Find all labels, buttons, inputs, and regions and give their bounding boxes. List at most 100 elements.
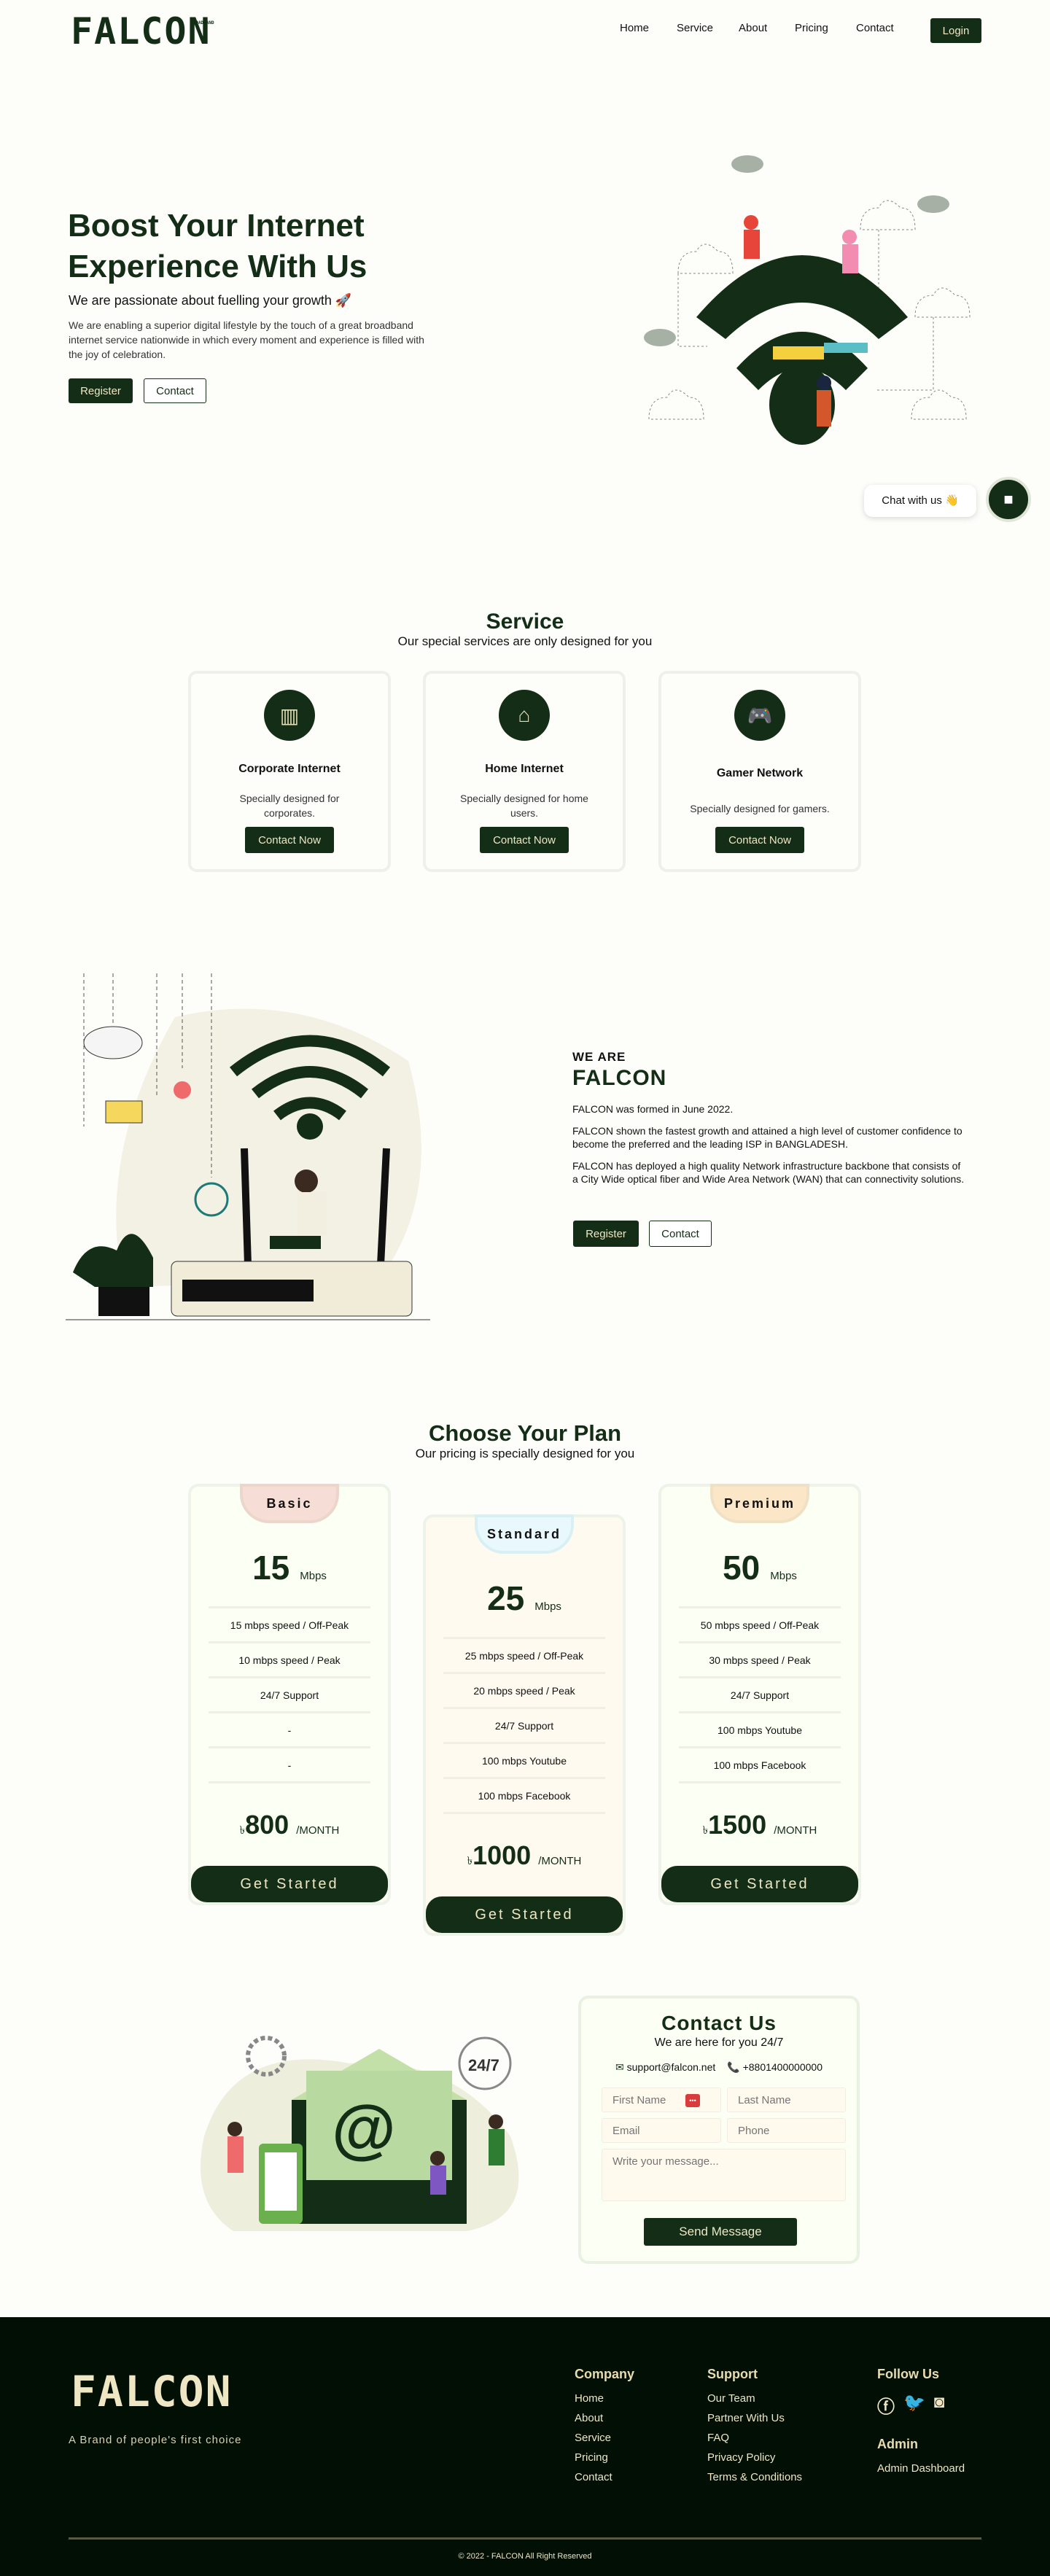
facebook-icon[interactable]: ⓕ: [877, 2392, 895, 2418]
illustration-24-7-label: 24/7: [468, 2056, 499, 2074]
about-router-illustration: [66, 973, 430, 1320]
about-kicker: WE ARE: [572, 1050, 626, 1064]
plan-feature: -: [209, 1711, 370, 1746]
plan-feature: 15 mbps speed / Off-Peak: [209, 1606, 370, 1641]
footer-support: Support Our Team Partner With Us FAQ Privac…: [707, 2367, 802, 2491]
footer-link[interactable]: FAQ: [707, 2432, 802, 2444]
about-p1: FALCON was formed in June 2022.: [572, 1103, 734, 1115]
login-button[interactable]: Login: [930, 18, 981, 43]
contact-now-button[interactable]: Contact Now: [480, 827, 569, 853]
plan-speed: 15 Mbps: [252, 1549, 327, 1587]
email-input[interactable]: [602, 2118, 721, 2143]
copyright: © 2022 - FALCON All Right Reserved: [458, 2552, 592, 2561]
footer: FALCON A Brand of people's first choice …: [0, 2317, 1050, 2576]
pricing-title: Choose Your Plan: [428, 1420, 622, 1446]
nav-pricing[interactable]: Pricing: [795, 22, 828, 34]
plan-feature: 50 mbps speed / Off-Peak: [679, 1606, 841, 1641]
plan-card-standard: Standard 25 Mbps 25 mbps speed / Off-Peak…: [423, 1514, 626, 1936]
contact-phone[interactable]: 📞 +8801400000000: [727, 2061, 822, 2074]
first-name-input[interactable]: [602, 2087, 721, 2112]
footer-link[interactable]: Terms & Conditions: [707, 2471, 802, 2483]
plan-feature: 10 mbps speed / Peak: [209, 1641, 370, 1676]
plan-feature: 100 mbps Youtube: [443, 1742, 605, 1777]
plan-card-basic: Basic 15 Mbps 15 mbps speed / Off-Peak 10 …: [188, 1484, 391, 1905]
nav-service[interactable]: Service: [677, 22, 713, 34]
footer-tagline: A Brand of people's first choice: [69, 2434, 242, 2446]
plan-feature: 30 mbps speed / Peak: [679, 1641, 841, 1676]
plan-price: ৳1000 /MONTH: [443, 1812, 605, 1899]
plan-feature: 25 mbps speed / Off-Peak: [443, 1637, 605, 1672]
footer-link[interactable]: Our Team: [707, 2392, 802, 2405]
plan-price: ৳1500 /MONTH: [679, 1781, 841, 1869]
building-icon: ▥: [264, 690, 315, 741]
hero-contact-button[interactable]: Contact: [144, 378, 206, 403]
get-started-button[interactable]: Get Started: [661, 1866, 858, 1902]
contact-now-button[interactable]: Contact Now: [715, 827, 804, 853]
service-card-text: Specially designed for corporates.: [239, 793, 340, 819]
service-card-title: Home Internet: [485, 763, 564, 775]
send-message-button[interactable]: Send Message: [644, 2218, 797, 2246]
plan-speed: 50 Mbps: [723, 1549, 797, 1587]
get-started-button[interactable]: Get Started: [191, 1866, 388, 1902]
hero-subtitle: We are passionate about fuelling your gr…: [69, 293, 352, 308]
plan-feature: 100 mbps Facebook: [679, 1746, 841, 1781]
last-name-input[interactable]: [727, 2087, 846, 2112]
chat-bubble-icon[interactable]: ■: [986, 477, 1031, 522]
service-card-title: Gamer Network: [716, 767, 804, 779]
hero-register-button[interactable]: Register: [69, 378, 133, 403]
footer-heading: Follow Us: [877, 2367, 939, 2381]
plan-feature: 100 mbps Facebook: [443, 1777, 605, 1812]
nav-home[interactable]: Home: [620, 22, 649, 34]
admin-dashboard-link[interactable]: Admin Dashboard: [877, 2462, 965, 2475]
footer-divider: [69, 2537, 981, 2540]
service-card-title: Corporate Internet: [238, 763, 341, 775]
footer-link[interactable]: Service: [575, 2432, 634, 2444]
about-p3: FALCON has deployed a high quality Netwo…: [572, 1160, 965, 1185]
message-textarea[interactable]: [602, 2149, 846, 2201]
instagram-icon[interactable]: ◙: [934, 2392, 945, 2418]
plan-features: 25 mbps speed / Off-Peak 20 mbps speed / …: [443, 1637, 605, 1812]
service-card-text: Specially designed for gamers.: [690, 803, 830, 814]
phone-input[interactable]: [727, 2118, 846, 2143]
home-icon: ⌂: [499, 690, 550, 741]
plan-features: 15 mbps speed / Off-Peak 10 mbps speed / …: [209, 1606, 370, 1781]
footer-link[interactable]: About: [575, 2412, 634, 2424]
plan-feature: -: [209, 1746, 370, 1781]
service-card-corporate: ▥ Corporate Internet Specially designed fo…: [188, 671, 391, 872]
footer-heading: Admin: [877, 2437, 918, 2451]
plan-name: Standard: [475, 1514, 574, 1554]
footer-follow: Follow Us ⓕ 🐦 ◙ Admin Admin Dashboard: [877, 2367, 965, 2482]
contact-email[interactable]: ✉ support@falcon.net: [615, 2061, 715, 2074]
nav-about[interactable]: About: [739, 22, 767, 34]
hero-title: Boost Your Internet Experience With Us: [68, 208, 368, 284]
get-started-button[interactable]: Get Started: [426, 1896, 623, 1933]
logo[interactable]: FALCON BROADBAND: [71, 10, 214, 52]
plan-name: Premium: [710, 1484, 809, 1523]
chat-label[interactable]: Chat with us 👋: [864, 485, 976, 517]
about-contact-button[interactable]: Contact: [649, 1221, 712, 1247]
svg-text:@: @: [332, 2093, 396, 2166]
plan-feature: 24/7 Support: [443, 1707, 605, 1742]
footer-link[interactable]: Contact: [575, 2471, 634, 2483]
footer-link[interactable]: Partner With Us: [707, 2412, 802, 2424]
phone-icon: 📞: [727, 2061, 740, 2073]
service-card-text: Specially designed for home users.: [460, 793, 588, 819]
password-manager-icon[interactable]: •••: [685, 2094, 700, 2107]
footer-link[interactable]: Pricing: [575, 2451, 634, 2464]
plan-price: ৳800 /MONTH: [209, 1781, 370, 1869]
about-register-button[interactable]: Register: [573, 1221, 639, 1247]
nav-contact[interactable]: Contact: [856, 22, 894, 34]
plan-feature: 100 mbps Youtube: [679, 1711, 841, 1746]
footer-company: Company Home About Service Pricing Contact: [575, 2367, 634, 2491]
footer-logo[interactable]: FALCON: [71, 2367, 233, 2416]
hero-text: We are enabling a superior digital lifes…: [69, 319, 424, 360]
footer-link[interactable]: Privacy Policy: [707, 2451, 802, 2464]
contact-now-button[interactable]: Contact Now: [245, 827, 334, 853]
footer-heading: Company: [575, 2367, 635, 2381]
envelope-icon: ✉: [615, 2061, 624, 2073]
about-title: FALCON: [572, 1066, 667, 1090]
plan-feature: 24/7 Support: [209, 1676, 370, 1711]
footer-link[interactable]: Home: [575, 2392, 634, 2405]
gamepad-icon: 🎮: [734, 690, 785, 741]
twitter-icon[interactable]: 🐦: [903, 2392, 925, 2418]
